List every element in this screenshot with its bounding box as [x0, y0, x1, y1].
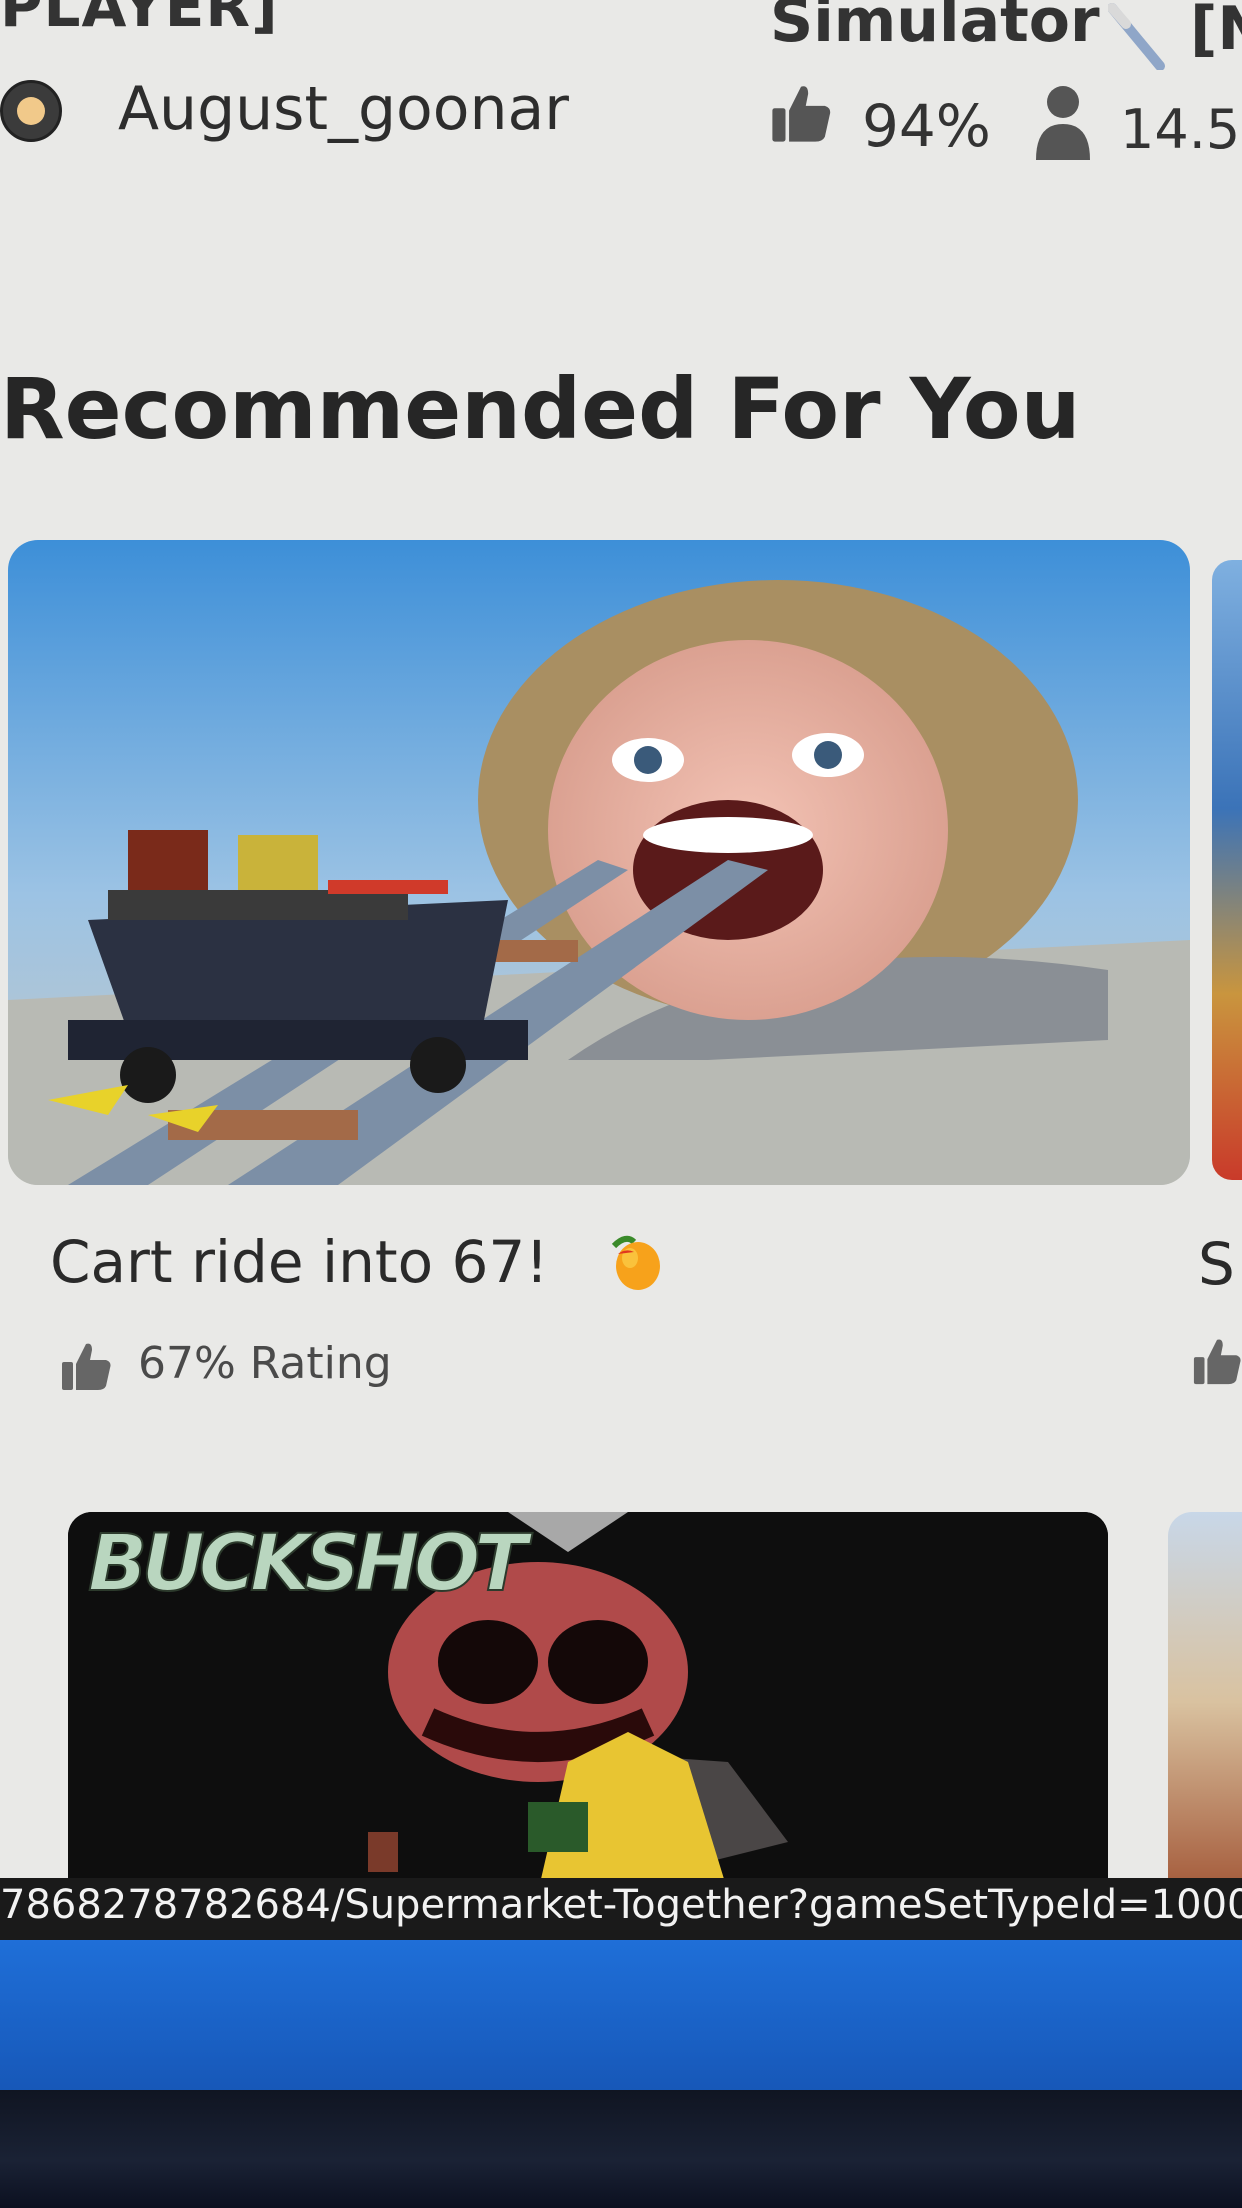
top-card-title-left[interactable]: PLAYER] — [0, 0, 279, 40]
section-title: Recommended For You — [0, 360, 1081, 458]
thumbs-up-icon — [772, 86, 831, 142]
top-card-players: 14.5K — [1120, 98, 1242, 161]
wand-icon — [1108, 3, 1165, 70]
mango-icon — [611, 1235, 660, 1290]
screen-blue-band — [0, 1940, 1242, 2100]
game-title-cart-ride[interactable]: Cart ride into 67! — [50, 1228, 549, 1296]
monitor-bezel — [0, 2090, 1242, 2208]
game-rating-cart-ride: 67% Rating — [138, 1338, 392, 1389]
thumbs-up-icon — [62, 1343, 111, 1390]
buckshot-logo-text: BUCKSHOT — [88, 1519, 533, 1609]
creator-name[interactable]: August_goonar — [118, 74, 569, 144]
top-card-title-next[interactable]: [N — [1190, 0, 1242, 64]
status-url-text: 7868278782684/Supermarket-Together?gameS… — [0, 1882, 1242, 1928]
side-game-thumbnail[interactable] — [1212, 560, 1242, 1180]
top-card-title-right[interactable]: Simulator — [770, 0, 1100, 56]
thumbs-up-icon — [1193, 1339, 1241, 1385]
side-game-title[interactable]: S — [1198, 1230, 1235, 1298]
side-game-thumbnail-2[interactable] — [1168, 1512, 1242, 1892]
game-thumbnail-cart-ride[interactable] — [8, 540, 1190, 1185]
top-card-rating: 94% — [862, 92, 991, 160]
creator-avatar[interactable] — [0, 80, 62, 142]
game-thumbnail-buckshot[interactable]: BUCKSHOT — [68, 1512, 1108, 1892]
player-count-icon — [1036, 86, 1090, 160]
